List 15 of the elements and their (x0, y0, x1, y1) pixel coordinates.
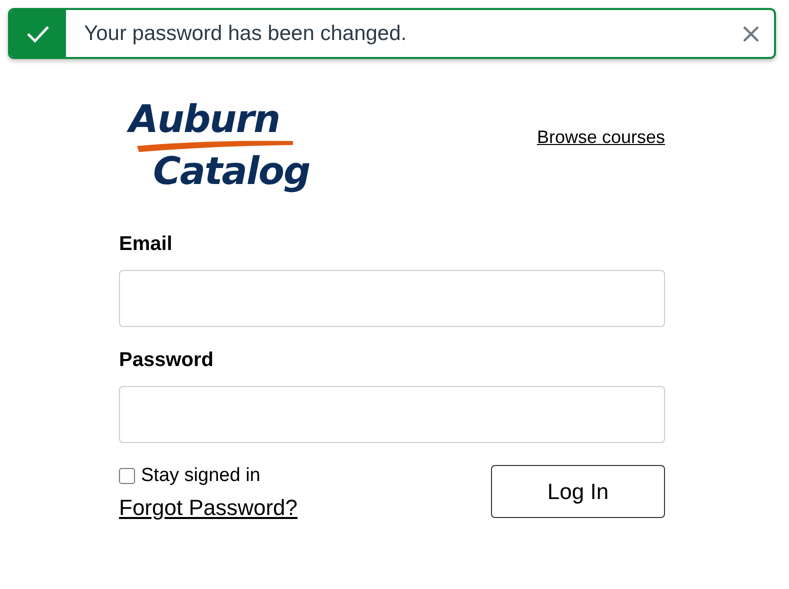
close-icon (742, 24, 760, 42)
forgot-password-link[interactable]: Forgot Password? (119, 495, 298, 521)
login-button[interactable]: Log In (491, 465, 665, 518)
input-field[interactable] (119, 386, 665, 443)
checkbox-label: Stay signed in (141, 465, 260, 487)
swoosh-icon (135, 138, 295, 154)
checkbox[interactable] (119, 468, 135, 484)
checkmark-icon (26, 24, 50, 42)
toast-message: Your password has been changed. (83, 22, 408, 46)
field-label: Password (119, 349, 214, 372)
browse-courses-link[interactable]: Browse courses (536, 126, 665, 148)
input-field[interactable] (119, 270, 665, 327)
logo-text: Auburn (129, 100, 319, 138)
field-label: Email (119, 233, 174, 256)
logo-text: Catalog (153, 152, 311, 190)
